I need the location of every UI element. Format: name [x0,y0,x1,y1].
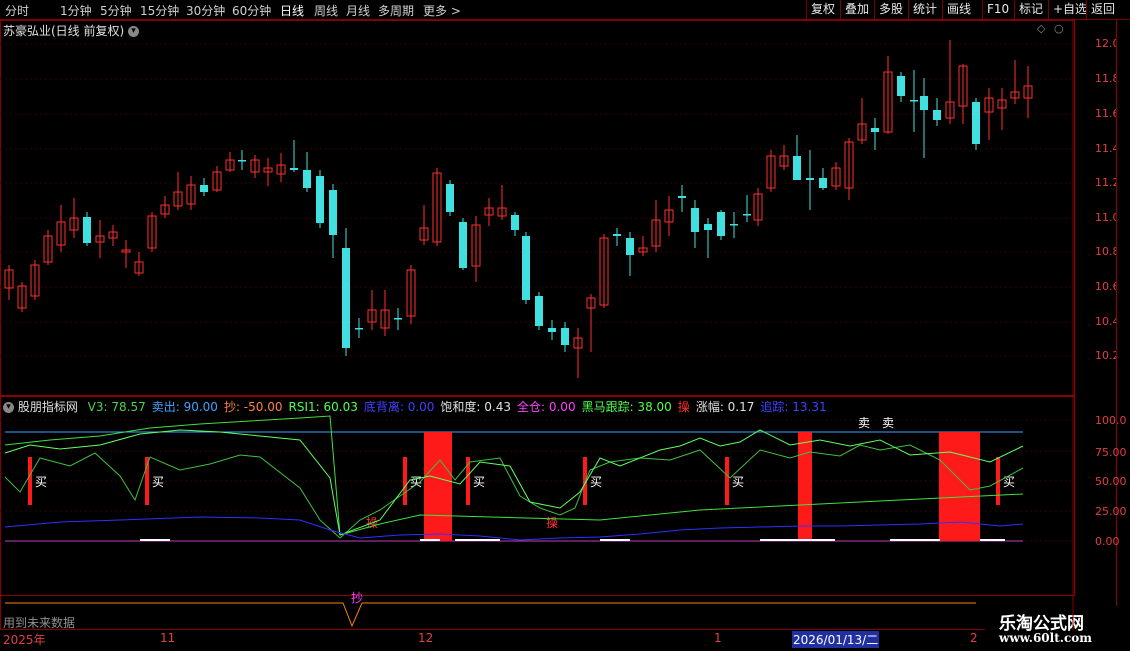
date-label: 2 [970,631,978,645]
stock-title: 苏豪弘业(日线 前复权) ▾ [3,22,140,39]
indicator-tick: 100.0 [1095,414,1127,427]
indicator-value-1: 卖出: 90.00 [151,400,218,414]
indicator-value-4: 底背离: 0.00 [363,400,435,414]
indicator-value-5: 饱和度: 0.43 [440,400,511,414]
f10-button[interactable]: F10 [982,0,1013,19]
stock-title-text: 苏豪弘业(日线 前复权) [3,24,125,38]
chao-signal-label: 抄 [351,591,364,605]
date-label: 1 [714,631,722,645]
watermark-box: 乐淘公式网 www.60lt.com [985,606,1130,650]
indicator-value-0: V3: 78.57 [87,400,146,414]
indicator-value-2: 抄: -50.00 [223,400,283,414]
period-tab-1min[interactable]: 1分钟 [60,2,92,19]
overlay-button[interactable]: 叠加 [840,0,873,19]
indicator-tick: 50.00 [1095,475,1127,488]
period-tab-15min[interactable]: 15分钟 [140,2,179,19]
watermark-url: www.60lt.com [999,631,1092,645]
period-tab-5min[interactable]: 5分钟 [100,2,132,19]
period-tab-weekly[interactable]: 周线 [314,2,338,19]
indicator-tick: 75.00 [1095,446,1127,459]
restore-rights-button[interactable]: 复权 [806,0,839,19]
diamond-icon[interactable]: ◇ [1037,22,1045,35]
cursor-date-label: 2026/01/13/二 [792,631,880,648]
indicator-value-7: 黑马跟踪: 38.00 [581,400,672,414]
signal-pane [0,596,1075,629]
date-label: 11 [160,631,176,645]
add-watchlist-button[interactable]: +自选 [1048,0,1091,19]
back-button[interactable]: 返回 [1086,0,1119,19]
date-label: 2025年 [3,633,46,647]
indicator-value-8: 操 [677,400,690,414]
period-tab-daily[interactable]: 日线 [280,2,304,19]
indicator-pane[interactable] [0,396,1075,596]
mark-button[interactable]: 标记 [1014,0,1047,19]
draw-line-button[interactable]: 画线 [942,0,975,19]
statistics-button[interactable]: 统计 [908,0,941,19]
period-tab-more[interactable]: 更多 > [423,2,461,19]
date-label: 12 [418,631,434,645]
indicator-tick: 0.00 [1095,535,1120,548]
circle-icon[interactable]: ○ [1054,22,1064,35]
period-tab-monthly[interactable]: 月线 [346,2,370,19]
indicator-value-6: 全仓: 0.00 [517,400,576,414]
period-tab-30min[interactable]: 30分钟 [186,2,225,19]
price-chart-pane[interactable] [0,20,1075,396]
indicator-value-3: RSI1: 60.03 [288,400,358,414]
indicator-values: V3: 78.57 卖出: 90.00 抄: -50.00 RSI1: 60.03 底背… [82,400,827,414]
multi-stock-button[interactable]: 多股 [874,0,907,19]
indicator-value-9: 涨幅: 0.17 [695,400,755,414]
indicator-tick: 25.00 [1095,505,1127,518]
date-axis: 2025年 11 12 1 2026/01/13/二 2 [0,629,1075,651]
period-toolbar: 分时 1分钟 5分钟 15分钟 30分钟 60分钟 日线 周线 月线 多周期 更… [0,0,1130,20]
indicator-value-10: 追踪: 13.31 [760,400,827,414]
period-tab-60min[interactable]: 60分钟 [232,2,271,19]
indicator-legend: ▾ 股朋指标网 V3: 78.57 卖出: 90.00 抄: -50.00 RSI1:… [3,398,827,415]
indicator-name: 股朋指标网 [17,400,78,414]
dropdown-circle-icon[interactable]: ▾ [128,26,140,37]
period-tab-intraday[interactable]: 分时 [5,2,29,19]
period-tab-multi[interactable]: 多周期 [378,2,414,19]
dropdown-circle-icon[interactable]: ▾ [3,402,14,413]
